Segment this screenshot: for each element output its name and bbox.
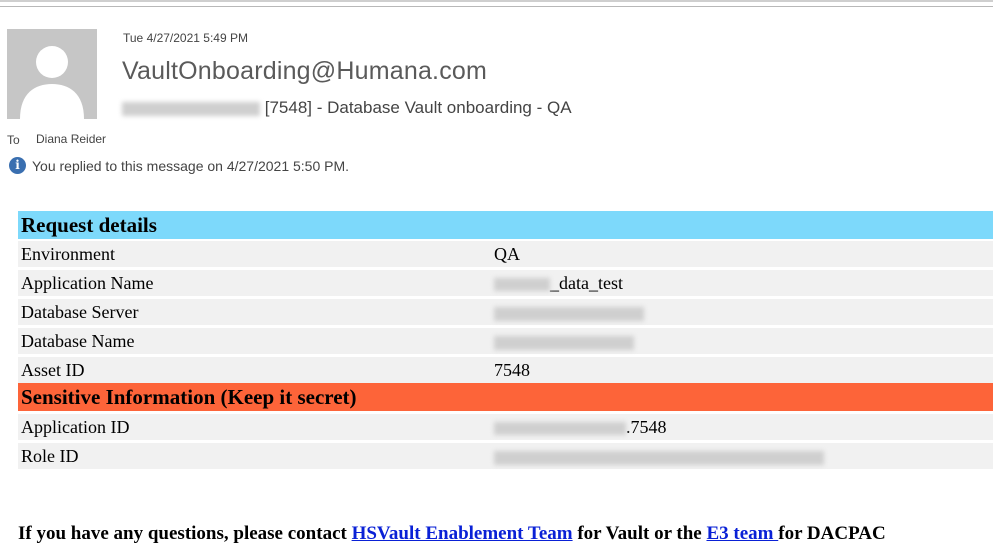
request-details-header: Request details bbox=[18, 211, 993, 239]
row-value-wrap bbox=[494, 446, 824, 467]
contact-footer: If you have any questions, please contac… bbox=[18, 523, 886, 545]
e3-team-link[interactable]: E3 team bbox=[706, 523, 778, 544]
redacted-text bbox=[494, 450, 824, 465]
subject-text: [7548] - Database Vault onboarding - QA bbox=[264, 98, 572, 117]
row-label: Asset ID bbox=[21, 360, 85, 380]
row-label: Application Name bbox=[21, 273, 154, 293]
table-row: Asset ID 7548 bbox=[18, 357, 993, 383]
sensitive-info-header: Sensitive Information (Keep it secret) bbox=[18, 383, 993, 411]
redacted-text bbox=[494, 306, 644, 321]
row-value-wrap: .7548 bbox=[494, 417, 667, 438]
redacted-text bbox=[494, 335, 634, 350]
row-value-wrap: _data_test bbox=[494, 273, 623, 294]
sender-avatar bbox=[7, 29, 97, 119]
row-label: Role ID bbox=[21, 446, 79, 466]
hsvault-team-link[interactable]: HSVault Enablement Team bbox=[352, 523, 573, 544]
sender-address[interactable]: VaultOnboarding@Humana.com bbox=[122, 57, 487, 86]
footer-middle: for Vault or the bbox=[572, 523, 707, 544]
table-row: Application ID .7548 bbox=[18, 414, 993, 440]
table-row: Database Server bbox=[18, 299, 993, 325]
table-row: Role ID bbox=[18, 443, 993, 469]
row-value: QA bbox=[494, 244, 520, 264]
row-value-wrap bbox=[494, 331, 634, 352]
redacted-text bbox=[494, 278, 550, 292]
redacted-text bbox=[494, 422, 626, 436]
row-label: Application ID bbox=[21, 417, 130, 437]
message-date: Tue 4/27/2021 5:49 PM bbox=[123, 31, 248, 45]
top-border bbox=[0, 0, 993, 2]
row-value: .7548 bbox=[626, 417, 667, 437]
table-row: Application Name _data_test bbox=[18, 270, 993, 296]
row-value: 7548 bbox=[494, 360, 530, 380]
info-icon: i bbox=[9, 157, 26, 174]
row-value-wrap bbox=[494, 302, 644, 323]
message-subject: [7548] - Database Vault onboarding - QA bbox=[122, 98, 572, 118]
table-row: Database Name bbox=[18, 328, 993, 354]
row-label: Environment bbox=[21, 244, 115, 264]
row-label: Database Name bbox=[21, 331, 135, 351]
request-table: Request details Environment QA Applicati… bbox=[18, 211, 993, 472]
to-label: To bbox=[7, 133, 20, 147]
table-row: Environment QA bbox=[18, 241, 993, 267]
recipient-name[interactable]: Diana Reider bbox=[36, 132, 106, 146]
row-label: Database Server bbox=[21, 302, 139, 322]
row-value: _data_test bbox=[550, 273, 623, 293]
footer-suffix: for DACPAC bbox=[778, 523, 886, 544]
reply-info-text: You replied to this message on 4/27/2021… bbox=[32, 158, 350, 174]
footer-prefix: If you have any questions, please contac… bbox=[18, 523, 352, 544]
top-border-secondary bbox=[0, 6, 993, 7]
person-silhouette-icon bbox=[20, 46, 84, 119]
redacted-text bbox=[122, 101, 260, 116]
